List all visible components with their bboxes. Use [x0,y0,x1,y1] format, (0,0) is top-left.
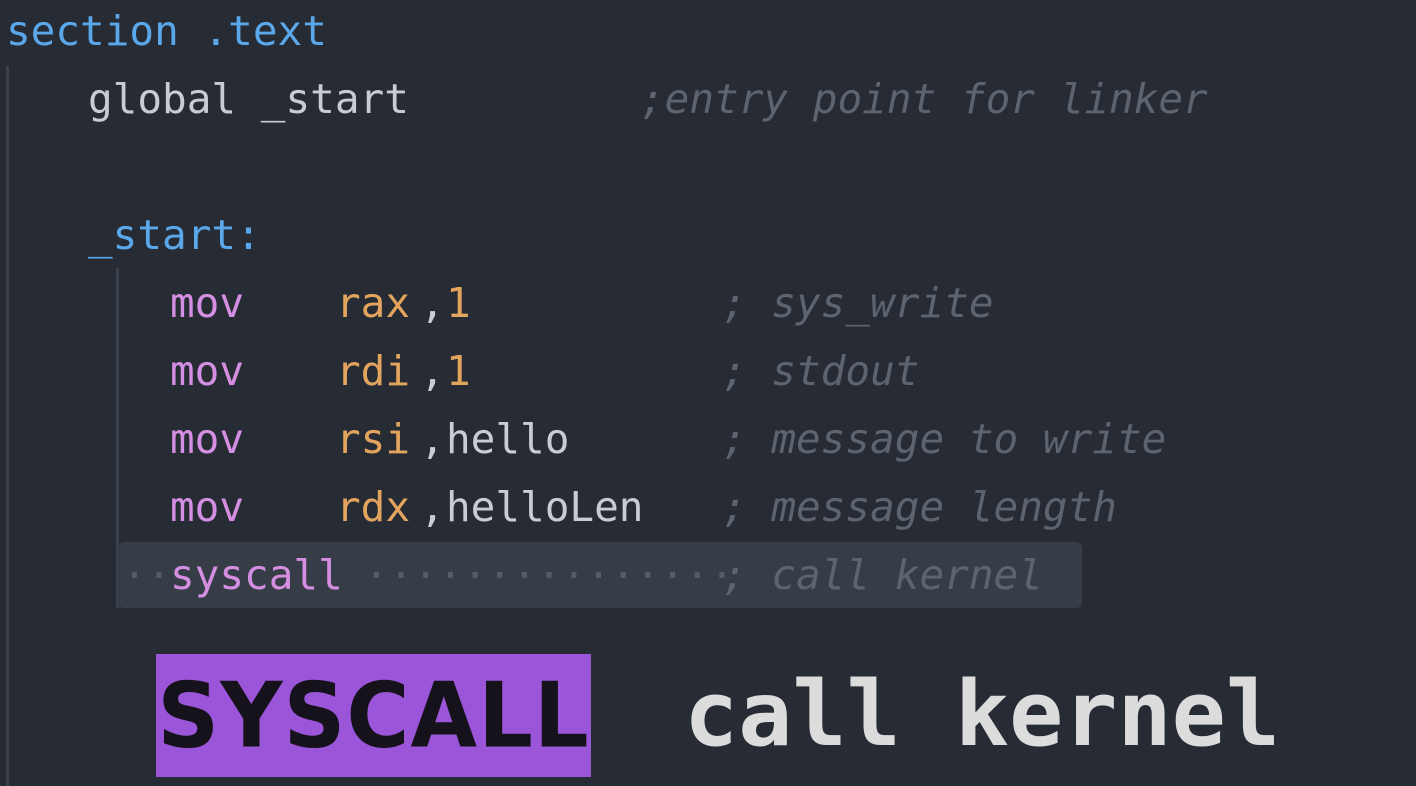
comma: , [420,483,445,531]
operand: 1 [446,347,471,395]
code-line-mov-rdi[interactable]: mov rdi , 1 ; stdout [0,337,919,405]
instruction: syscall [170,551,343,599]
banner-caption: call kernel [684,662,1281,767]
operand: helloLen [446,483,644,531]
code-editor: section .text global _start ;entry point… [0,0,1416,786]
instruction: mov [170,347,245,395]
code-line-syscall[interactable]: ·· syscall ··············· ; call kernel [0,541,1043,609]
operand: 1 [446,279,471,327]
code-line-label[interactable]: _start: [0,201,261,269]
instruction: mov [170,483,245,531]
whitespace-markers: ··············· [364,551,735,599]
global-comment: ;entry point for linker [640,75,1208,123]
syscall-banner: SYSCALL [156,654,591,777]
banner-label: SYSCALL [157,663,590,768]
global-directive: global _start [88,75,409,123]
register: rax [336,279,411,327]
comma: , [420,347,445,395]
register: rdx [336,483,411,531]
start-label: _start: [88,211,261,259]
line-comment: ; message length [722,483,1117,531]
operand: hello [446,415,570,463]
code-line-mov-rax[interactable]: mov rax , 1 ; sys_write [0,269,994,337]
instruction: mov [170,279,245,327]
register: rsi [336,415,411,463]
line-comment: ; message to write [722,415,1167,463]
code-line-mov-rdx[interactable]: mov rdx , helloLen ; message length [0,473,1117,541]
code-line-global[interactable]: global _start ;entry point for linker [0,65,1208,133]
line-comment: ; stdout [722,347,920,395]
code-line-section[interactable]: section .text [0,0,327,65]
comma: , [420,279,445,327]
code-line-mov-rsi[interactable]: mov rsi , hello ; message to write [0,405,1166,473]
instruction: mov [170,415,245,463]
register: rdi [336,347,411,395]
line-comment: ; sys_write [722,279,994,327]
comma: , [420,415,445,463]
section-directive: section .text [6,7,327,55]
line-comment: ; call kernel [722,551,1043,599]
whitespace-markers: ·· [122,551,172,599]
